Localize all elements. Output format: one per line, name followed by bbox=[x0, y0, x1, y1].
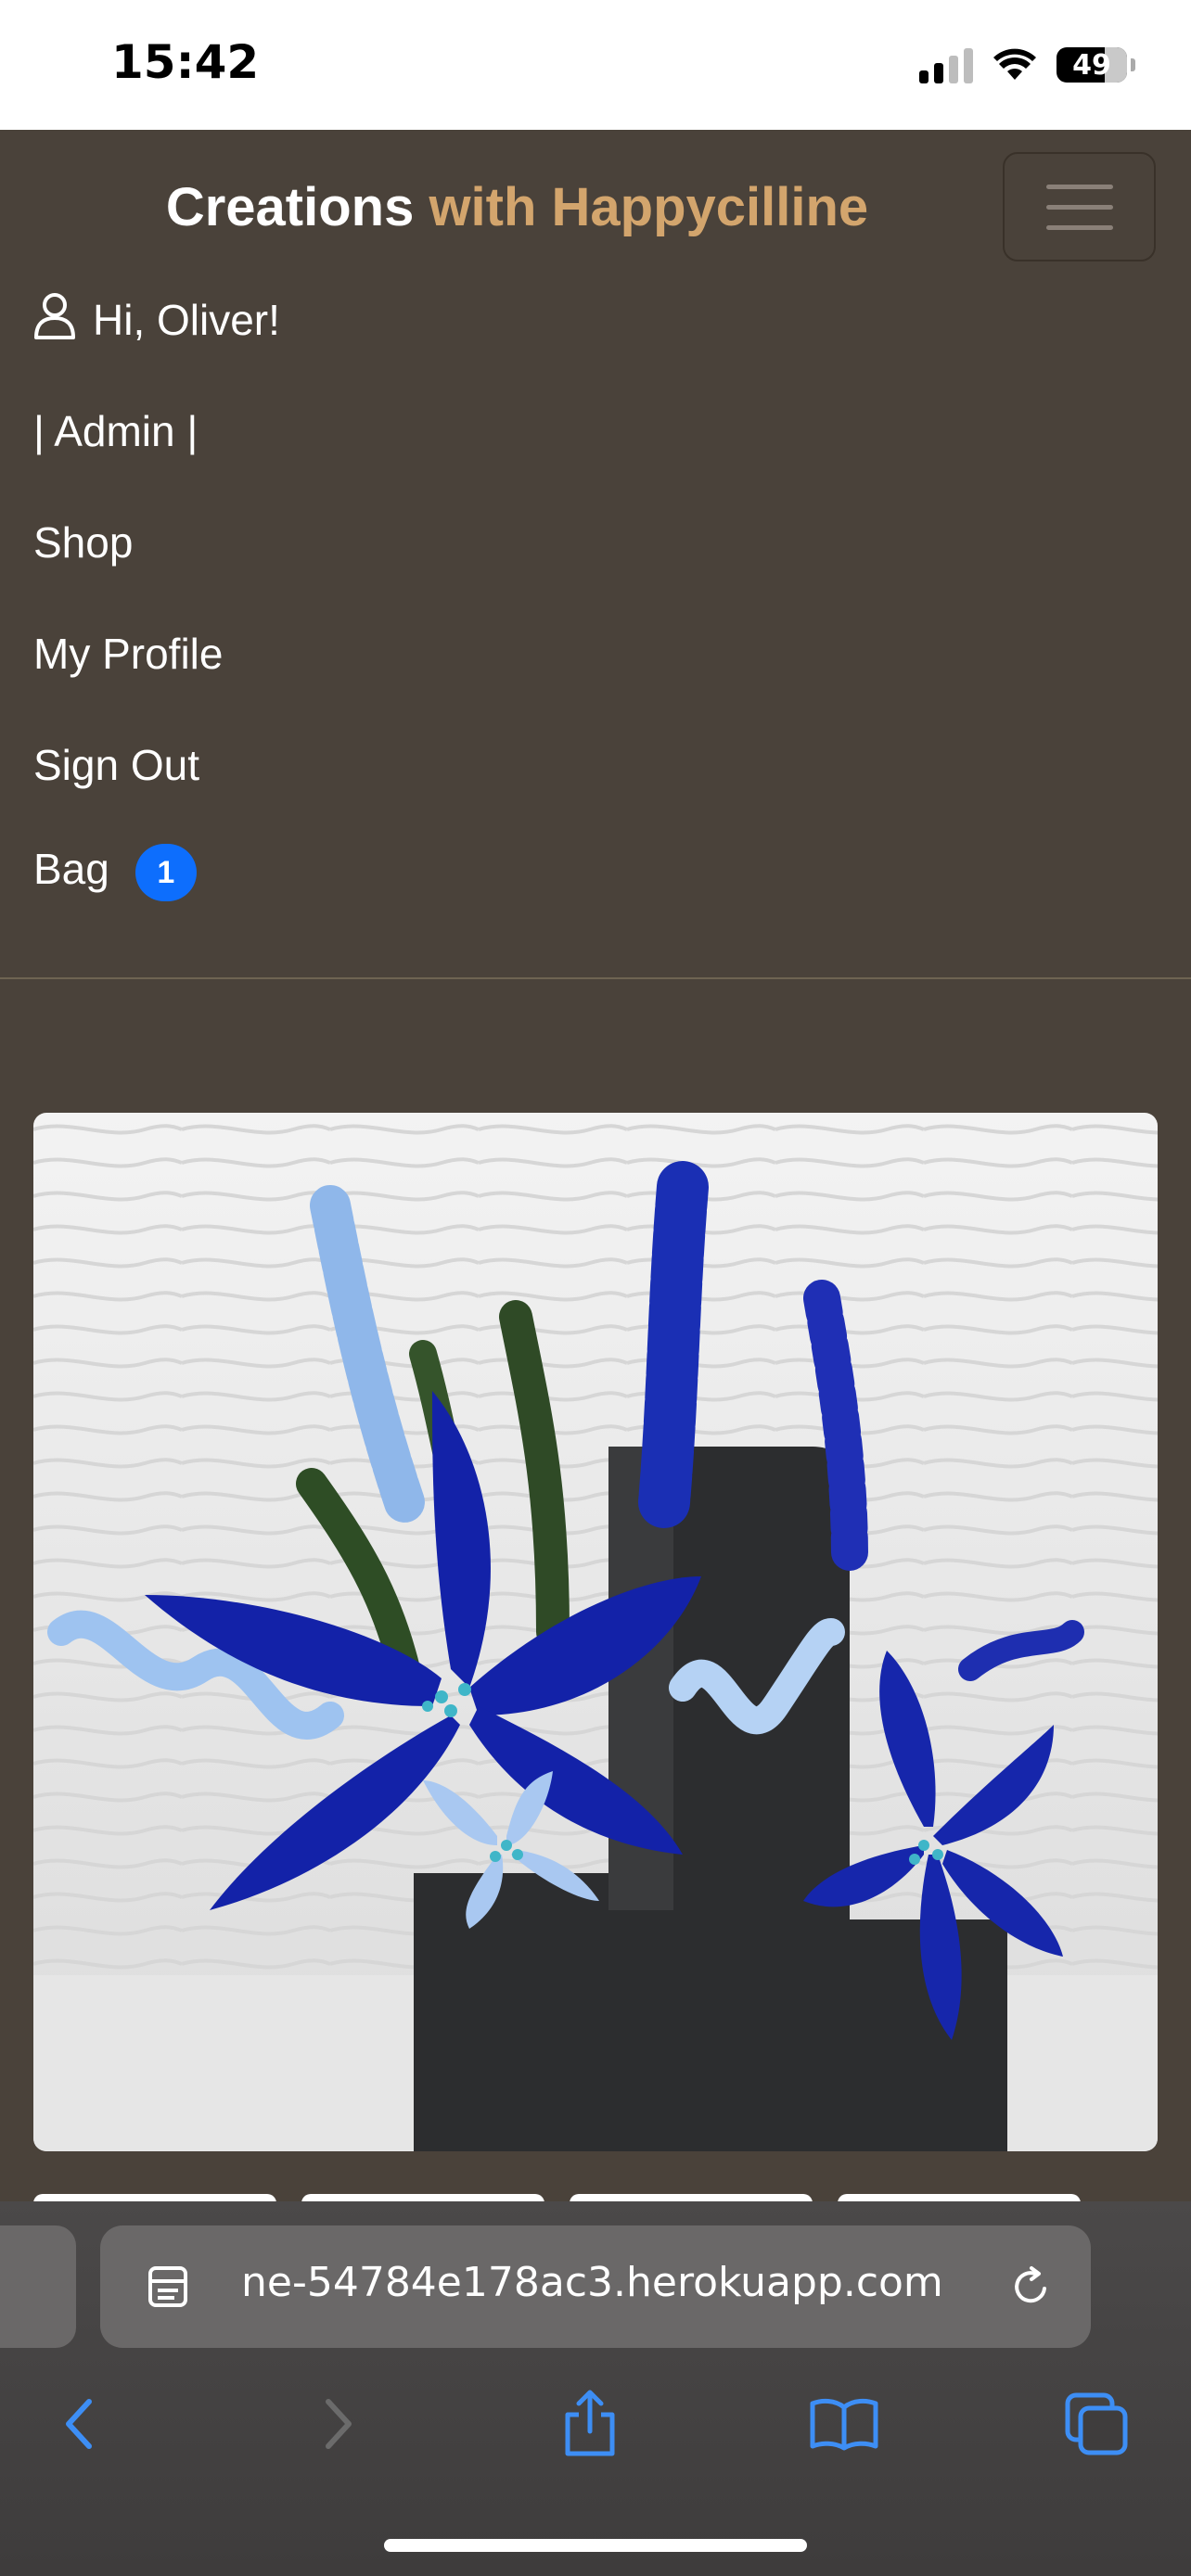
hamburger-line bbox=[1045, 204, 1113, 210]
brand-logo[interactable]: Creations with Happycilline bbox=[0, 176, 1034, 238]
bookmarks-icon bbox=[810, 2398, 878, 2451]
greeting-text: Hi, Oliver! bbox=[93, 296, 280, 344]
brand-accent: with Happycilline bbox=[414, 177, 869, 237]
battery-nub bbox=[1131, 58, 1135, 71]
hamburger-menu-icon bbox=[1045, 184, 1113, 189]
share-button[interactable] bbox=[549, 2383, 631, 2465]
forward-icon bbox=[326, 2399, 352, 2449]
bookmarks-button[interactable] bbox=[803, 2383, 885, 2465]
nav-link-admin[interactable]: | Admin | bbox=[33, 406, 198, 456]
nav-link-sign-out[interactable]: Sign Out bbox=[33, 740, 199, 790]
back-icon bbox=[66, 2399, 92, 2449]
brand-primary: Creations bbox=[165, 177, 415, 237]
nav-link-shop[interactable]: Shop bbox=[33, 517, 133, 567]
nav-link-bag[interactable]: Bag 1 bbox=[33, 844, 197, 901]
hamburger-line bbox=[1045, 224, 1113, 230]
status-time: 15:42 bbox=[111, 35, 260, 89]
bag-count-badge: 1 bbox=[134, 844, 197, 901]
back-button[interactable] bbox=[39, 2383, 121, 2465]
url-text: ne-54784e178ac3.herokuapp.com bbox=[241, 2259, 943, 2306]
share-icon bbox=[565, 2390, 615, 2456]
product-main-image[interactable] bbox=[33, 1113, 1158, 2151]
previous-tab-preview[interactable] bbox=[0, 2225, 76, 2348]
battery-icon: 49 bbox=[1057, 47, 1127, 83]
user-icon bbox=[34, 293, 75, 339]
tabs-button[interactable] bbox=[1056, 2383, 1137, 2465]
reader-icon[interactable] bbox=[147, 2264, 191, 2309]
reload-icon[interactable] bbox=[1009, 2264, 1054, 2309]
status-bar: 15:42 49 bbox=[0, 0, 1191, 130]
wifi-icon bbox=[993, 48, 1036, 80]
address-bar[interactable]: ne-54784e178ac3.herokuapp.com bbox=[100, 2225, 1091, 2348]
tabs-icon bbox=[1065, 2392, 1128, 2455]
flower-arrangement-image bbox=[33, 1113, 1158, 2151]
battery-level: 49 bbox=[1072, 48, 1111, 82]
forward-button[interactable] bbox=[297, 2383, 378, 2465]
navbar-toggler-button[interactable] bbox=[1003, 152, 1156, 261]
home-indicator[interactable] bbox=[384, 2539, 807, 2552]
browser-bottom-bar: ne-54784e178ac3.herokuapp.com bbox=[0, 2201, 1191, 2576]
status-icons: 49 bbox=[919, 46, 1135, 83]
nav-link-my-profile[interactable]: My Profile bbox=[33, 629, 223, 679]
site-header: Creations with Happycilline Hi, Oliver! … bbox=[0, 130, 1191, 979]
header-divider bbox=[0, 977, 1191, 979]
signal-icon bbox=[919, 46, 973, 83]
bag-label: Bag bbox=[33, 845, 109, 894]
